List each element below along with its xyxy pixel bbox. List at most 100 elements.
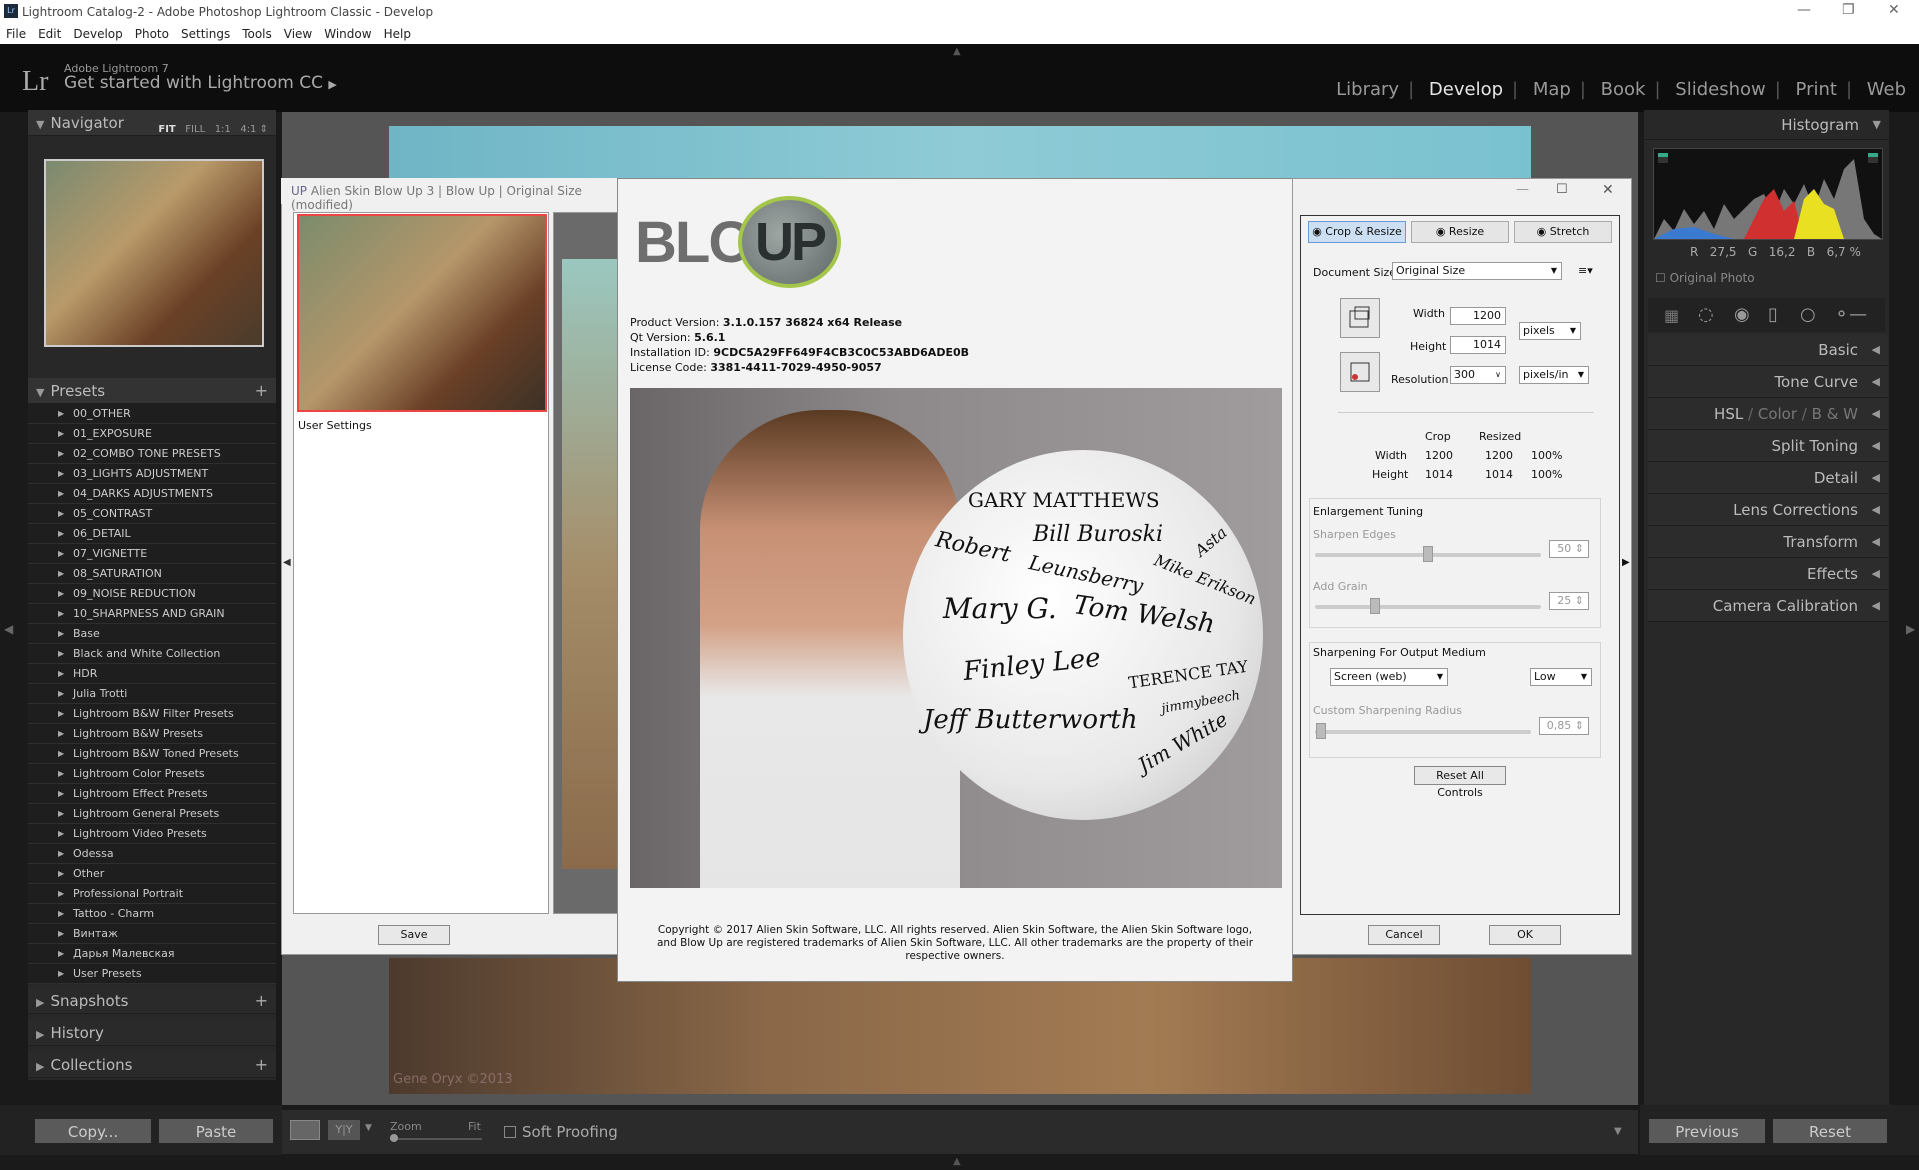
collections-header[interactable]: ▶ Collections + [28,1052,276,1078]
menu-photo[interactable]: Photo [135,25,169,44]
zoom-fit[interactable]: FIT [158,124,175,135]
highlight-clipping-icon[interactable] [1868,153,1878,163]
add-grain-input[interactable]: 25 ⇕ [1549,592,1589,610]
reset-button[interactable]: Reset [1772,1118,1888,1144]
preset-folder[interactable]: ▶ 10_SHARPNESS AND GRAIN [28,604,276,624]
preset-folder[interactable]: ▶ 04_DARKS ADJUSTMENTS [28,484,276,504]
presets-header[interactable]: ▼ Presets + [28,378,276,404]
zoom-1-1[interactable]: 1:1 [215,124,231,135]
preset-folder[interactable]: ▶ Lightroom B&W Presets [28,724,276,744]
preview-right-arrow-icon[interactable]: ▶ [1622,557,1630,568]
amount-select[interactable]: Low ▼ [1530,668,1592,686]
copy-button[interactable]: Copy... [34,1118,152,1144]
module-map[interactable]: Map [1533,79,1571,100]
add-preset-icon[interactable]: + [255,378,268,404]
save-button[interactable]: Save [378,925,450,945]
navigator-preview[interactable] [44,159,264,347]
medium-select[interactable]: Screen (web) ▼ [1330,668,1448,686]
panel-detail[interactable]: Detail ◀ [1648,462,1888,494]
zoom-slider[interactable] [390,1138,482,1140]
menu-edit[interactable]: Edit [38,25,61,44]
adjustment-brush-icon[interactable]: ⚬— [1834,304,1867,325]
minimize-icon[interactable]: — [1797,2,1811,18]
panel-effects[interactable]: Effects ◀ [1648,558,1888,590]
dialog-minimize-icon[interactable]: — [1516,182,1529,197]
tab-crop-resize[interactable]: ◉ Crop & Resize [1308,221,1406,243]
close-icon[interactable]: ✕ [1888,2,1900,18]
tab-resize[interactable]: ◉ Resize [1411,221,1509,243]
menu-help[interactable]: Help [384,25,411,44]
width-input[interactable]: 1200 [1450,307,1506,325]
sharpen-edges-input[interactable]: 50 ⇕ [1549,540,1589,558]
custom-radius-input[interactable]: 0,85 ⇕ [1539,717,1589,735]
preset-folder[interactable]: ▶ Lightroom Color Presets [28,764,276,784]
panel-camera-calibration[interactable]: Camera Calibration ◀ [1648,590,1888,622]
user-settings-thumbnail[interactable] [297,214,547,412]
menu-file[interactable]: File [6,25,26,44]
preset-folder[interactable]: ▶ Tattoo - Charm [28,904,276,924]
module-slideshow[interactable]: Slideshow [1675,79,1765,100]
before-after-icon[interactable]: Y|Y [328,1120,360,1140]
preset-folder[interactable]: ▶ Винтаж [28,924,276,944]
dialog-close-icon[interactable]: ✕ [1602,182,1614,198]
module-web[interactable]: Web [1867,79,1906,100]
graduated-filter-icon[interactable]: ▯ [1768,304,1778,325]
loupe-view-icon[interactable] [290,1120,320,1140]
panel-lens-corrections[interactable]: Lens Corrections ◀ [1648,494,1888,526]
preset-folder[interactable]: ▶ 09_NOISE REDUCTION [28,584,276,604]
swap-orientation-icon[interactable] [1340,298,1380,338]
zoom-fill[interactable]: FILL [185,124,205,135]
menu-settings[interactable]: Settings [181,25,230,44]
preset-folder[interactable]: ▶ Black and White Collection [28,644,276,664]
collapse-bottom-icon[interactable]: ▲ [953,1156,961,1167]
histogram-graph[interactable] [1653,148,1883,240]
preset-folder[interactable]: ▶ 00_OTHER [28,404,276,424]
preset-folder[interactable]: ▶ Professional Portrait [28,884,276,904]
original-photo-toggle[interactable]: ☐ Original Photo [1655,271,1755,285]
preview-left-arrow-icon[interactable]: ◀ [283,557,291,568]
zoom-4-1[interactable]: 4:1 [240,124,256,135]
module-library[interactable]: Library [1336,79,1399,100]
menu-view[interactable]: View [284,25,312,44]
radial-filter-icon[interactable]: ○ [1800,304,1816,325]
add-grain-slider[interactable] [1315,605,1541,609]
restore-size-icon[interactable] [1340,352,1380,392]
panel-basic[interactable]: Basic ◀ [1648,334,1888,366]
previous-button[interactable]: Previous [1648,1118,1766,1144]
preset-folder[interactable]: ▶ 08_SATURATION [28,564,276,584]
document-size-select[interactable]: Original Size ▼ [1392,262,1562,280]
reset-all-controls-button[interactable]: Reset All Controls [1414,766,1506,799]
preset-folder[interactable]: ▶ 05_CONTRAST [28,504,276,524]
preset-folder[interactable]: ▶ User Presets [28,964,276,984]
preset-folder[interactable]: ▶ Base [28,624,276,644]
add-collection-icon[interactable]: + [255,1052,268,1078]
menu-window[interactable]: Window [324,25,371,44]
preset-folder[interactable]: ▶ Lightroom General Presets [28,804,276,824]
add-snapshot-icon[interactable]: + [255,988,268,1014]
resolution-units-select[interactable]: pixels/in ▼ [1519,366,1589,384]
preset-folder[interactable]: ▶ 02_COMBO TONE PRESETS [28,444,276,464]
soft-proofing-checkbox[interactable] [504,1126,516,1138]
histogram-header[interactable]: Histogram ▼ [1644,110,1889,140]
collapse-top-icon[interactable]: ▲ [953,46,961,57]
custom-radius-slider[interactable] [1315,730,1531,734]
sharpen-edges-handle[interactable] [1423,546,1433,562]
crop-tool-icon[interactable]: ▦ [1664,306,1679,325]
document-size-menu-icon[interactable]: ≡▾ [1578,264,1593,277]
module-book[interactable]: Book [1601,79,1646,100]
blowup-preview[interactable] [553,212,622,914]
maximize-icon[interactable]: ❐ [1842,2,1855,18]
snapshots-header[interactable]: ▶ Snapshots + [28,988,276,1014]
preset-folder[interactable]: ▶ HDR [28,664,276,684]
preset-folder[interactable]: ▶ 06_DETAIL [28,524,276,544]
module-develop[interactable]: Develop [1429,79,1503,100]
preset-folder[interactable]: ▶ 07_VIGNETTE [28,544,276,564]
hsl-tab[interactable]: HSL [1714,405,1743,423]
module-print[interactable]: Print [1796,79,1837,100]
bw-tab[interactable]: B & W [1812,405,1858,423]
units-select[interactable]: pixels ▼ [1519,322,1581,340]
history-header[interactable]: ▶ History [28,1020,276,1046]
navigator-header[interactable]: ▼ Navigator FIT FILL 1:1 4:1 ⇕ [28,110,276,136]
preset-folder[interactable]: ▶ Lightroom B&W Toned Presets [28,744,276,764]
tab-stretch[interactable]: ◉ Stretch [1514,221,1612,243]
